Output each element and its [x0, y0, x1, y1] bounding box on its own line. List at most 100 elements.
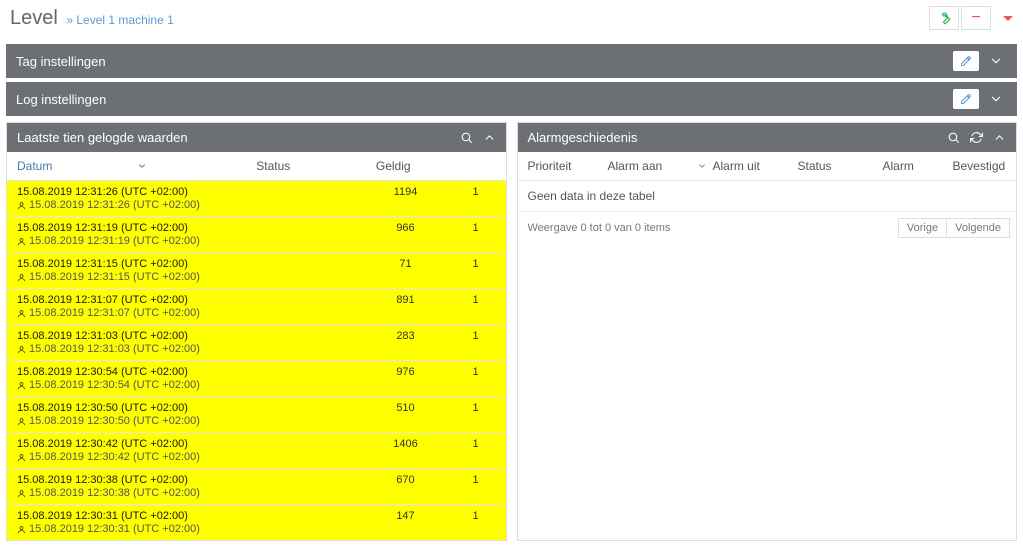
pager-next-button[interactable]: Volgende — [946, 218, 1010, 238]
alarm-refresh-button[interactable] — [970, 131, 983, 144]
tag-settings-label: Tag instellingen — [16, 54, 106, 69]
table-row[interactable]: 15.08.2019 12:30:54 (UTC +02:00)15.08.20… — [7, 361, 506, 397]
alarm-summary: Weergave 0 tot 0 van 0 items — [528, 222, 671, 234]
table-row[interactable]: 15.08.2019 12:31:03 (UTC +02:00)15.08.20… — [7, 325, 506, 361]
sort-desc-icon — [137, 161, 147, 171]
table-row[interactable]: 15.08.2019 12:31:19 (UTC +02:00)15.08.20… — [7, 217, 506, 253]
tag-collapse-button[interactable] — [985, 51, 1007, 71]
chevron-down-icon — [989, 92, 1003, 106]
user-icon — [17, 309, 26, 318]
cell-geldig: 1 — [446, 469, 506, 504]
cell-geldig: 1 — [446, 433, 506, 468]
cell-status: 976 — [366, 361, 446, 396]
tag-settings-bar[interactable]: Tag instellingen — [6, 44, 1017, 78]
table-row[interactable]: 15.08.2019 12:31:26 (UTC +02:00)15.08.20… — [7, 181, 506, 217]
timestamp-secondary: 15.08.2019 12:31:19 (UTC +02:00) — [17, 235, 317, 247]
col-bevestigd[interactable]: Bevestigd — [953, 159, 1007, 173]
cell-status: 891 — [366, 289, 446, 324]
col-alarm-aan[interactable]: Alarm aan — [608, 159, 713, 173]
cell-geldig: 1 — [446, 397, 506, 432]
log-settings-bar[interactable]: Log instellingen — [6, 82, 1017, 116]
col-datum[interactable]: Datum — [17, 159, 137, 173]
search-icon — [460, 131, 473, 144]
pager-prev-button[interactable]: Vorige — [898, 218, 947, 238]
refresh-icon — [970, 131, 983, 144]
cell-geldig: 1 — [446, 361, 506, 396]
remove-button[interactable]: − — [961, 6, 991, 30]
timestamp-secondary: 15.08.2019 12:30:54 (UTC +02:00) — [17, 379, 317, 391]
user-icon — [17, 381, 26, 390]
logged-values-title: Laatste tien gelogde waarden — [17, 130, 188, 145]
logged-collapse-button[interactable] — [483, 131, 496, 144]
cell-geldig: 1 — [446, 181, 506, 216]
col-alarm-uit[interactable]: Alarm uit — [713, 159, 798, 173]
wrench-icon — [937, 11, 951, 25]
alarm-empty: Geen data in deze tabel — [518, 181, 1017, 212]
cell-status: 147 — [366, 505, 446, 540]
user-icon — [17, 417, 26, 426]
timestamp-primary: 15.08.2019 12:31:15 (UTC +02:00) — [17, 258, 317, 270]
cell-datum: 15.08.2019 12:30:42 (UTC +02:00)15.08.20… — [7, 433, 327, 468]
table-row[interactable]: 15.08.2019 12:30:38 (UTC +02:00)15.08.20… — [7, 469, 506, 505]
timestamp-secondary: 15.08.2019 12:30:38 (UTC +02:00) — [17, 487, 317, 499]
user-icon — [17, 273, 26, 282]
log-edit-button[interactable] — [953, 89, 979, 109]
cell-status: 966 — [366, 217, 446, 252]
log-collapse-button[interactable] — [985, 89, 1007, 109]
cell-status: 1406 — [366, 433, 446, 468]
edit-icon — [960, 93, 972, 105]
timestamp-secondary: 15.08.2019 12:31:15 (UTC +02:00) — [17, 271, 317, 283]
logged-search-button[interactable] — [460, 131, 473, 144]
alarm-header: Alarmgeschiedenis — [518, 123, 1017, 152]
col-status[interactable]: Status — [256, 159, 376, 173]
user-icon — [17, 453, 26, 462]
alarm-title: Alarmgeschiedenis — [528, 130, 638, 145]
alarm-search-button[interactable] — [947, 131, 960, 144]
timestamp-primary: 15.08.2019 12:31:07 (UTC +02:00) — [17, 294, 317, 306]
logged-rows: 15.08.2019 12:31:26 (UTC +02:00)15.08.20… — [7, 181, 506, 540]
col-alarm-status[interactable]: Status — [798, 159, 883, 173]
col-alarm[interactable]: Alarm — [883, 159, 953, 173]
cell-datum: 15.08.2019 12:30:54 (UTC +02:00)15.08.20… — [7, 361, 327, 396]
timestamp-primary: 15.08.2019 12:31:26 (UTC +02:00) — [17, 186, 317, 198]
col-prioriteit[interactable]: Prioriteit — [528, 159, 608, 173]
cell-status: 510 — [366, 397, 446, 432]
timestamp-primary: 15.08.2019 12:31:03 (UTC +02:00) — [17, 330, 317, 342]
timestamp-secondary: 15.08.2019 12:31:26 (UTC +02:00) — [17, 199, 317, 211]
cell-status: 670 — [366, 469, 446, 504]
alarm-thead: Prioriteit Alarm aan Alarm uit Status Al… — [518, 152, 1017, 181]
alarm-collapse-button[interactable] — [993, 131, 1006, 144]
timestamp-secondary: 15.08.2019 12:31:03 (UTC +02:00) — [17, 343, 317, 355]
chevron-up-icon — [993, 131, 1006, 144]
edit-icon — [960, 55, 972, 67]
user-icon — [17, 237, 26, 246]
settings-button[interactable] — [929, 6, 959, 30]
chevron-up-icon — [483, 131, 496, 144]
logged-values-header: Laatste tien gelogde waarden — [7, 123, 506, 152]
title-text: Level — [10, 7, 58, 29]
page-title: Level » Level 1 machine 1 — [10, 7, 174, 30]
table-row[interactable]: 15.08.2019 12:30:31 (UTC +02:00)15.08.20… — [7, 505, 506, 540]
col-geldig[interactable]: Geldig — [376, 159, 496, 173]
breadcrumb[interactable]: » Level 1 machine 1 — [66, 13, 173, 27]
tag-edit-button[interactable] — [953, 51, 979, 71]
alarm-footer: Weergave 0 tot 0 van 0 items VorigeVolge… — [518, 212, 1017, 244]
cell-status: 283 — [366, 325, 446, 360]
cell-geldig: 1 — [446, 217, 506, 252]
table-row[interactable]: 15.08.2019 12:30:50 (UTC +02:00)15.08.20… — [7, 397, 506, 433]
cell-geldig: 1 — [446, 253, 506, 288]
table-row[interactable]: 15.08.2019 12:30:42 (UTC +02:00)15.08.20… — [7, 433, 506, 469]
table-row[interactable]: 15.08.2019 12:31:07 (UTC +02:00)15.08.20… — [7, 289, 506, 325]
timestamp-primary: 15.08.2019 12:30:31 (UTC +02:00) — [17, 510, 317, 522]
cell-geldig: 1 — [446, 325, 506, 360]
user-icon — [17, 201, 26, 210]
table-row[interactable]: 15.08.2019 12:31:15 (UTC +02:00)15.08.20… — [7, 253, 506, 289]
sort-desc-icon — [697, 161, 707, 171]
user-icon — [17, 489, 26, 498]
timestamp-secondary: 15.08.2019 12:30:42 (UTC +02:00) — [17, 451, 317, 463]
dropdown-caret-icon[interactable] — [1003, 16, 1013, 21]
logged-values-panel: Laatste tien gelogde waarden Datum Statu… — [6, 122, 507, 541]
cell-datum: 15.08.2019 12:30:38 (UTC +02:00)15.08.20… — [7, 469, 327, 504]
cell-status: 1194 — [366, 181, 446, 216]
user-icon — [17, 345, 26, 354]
